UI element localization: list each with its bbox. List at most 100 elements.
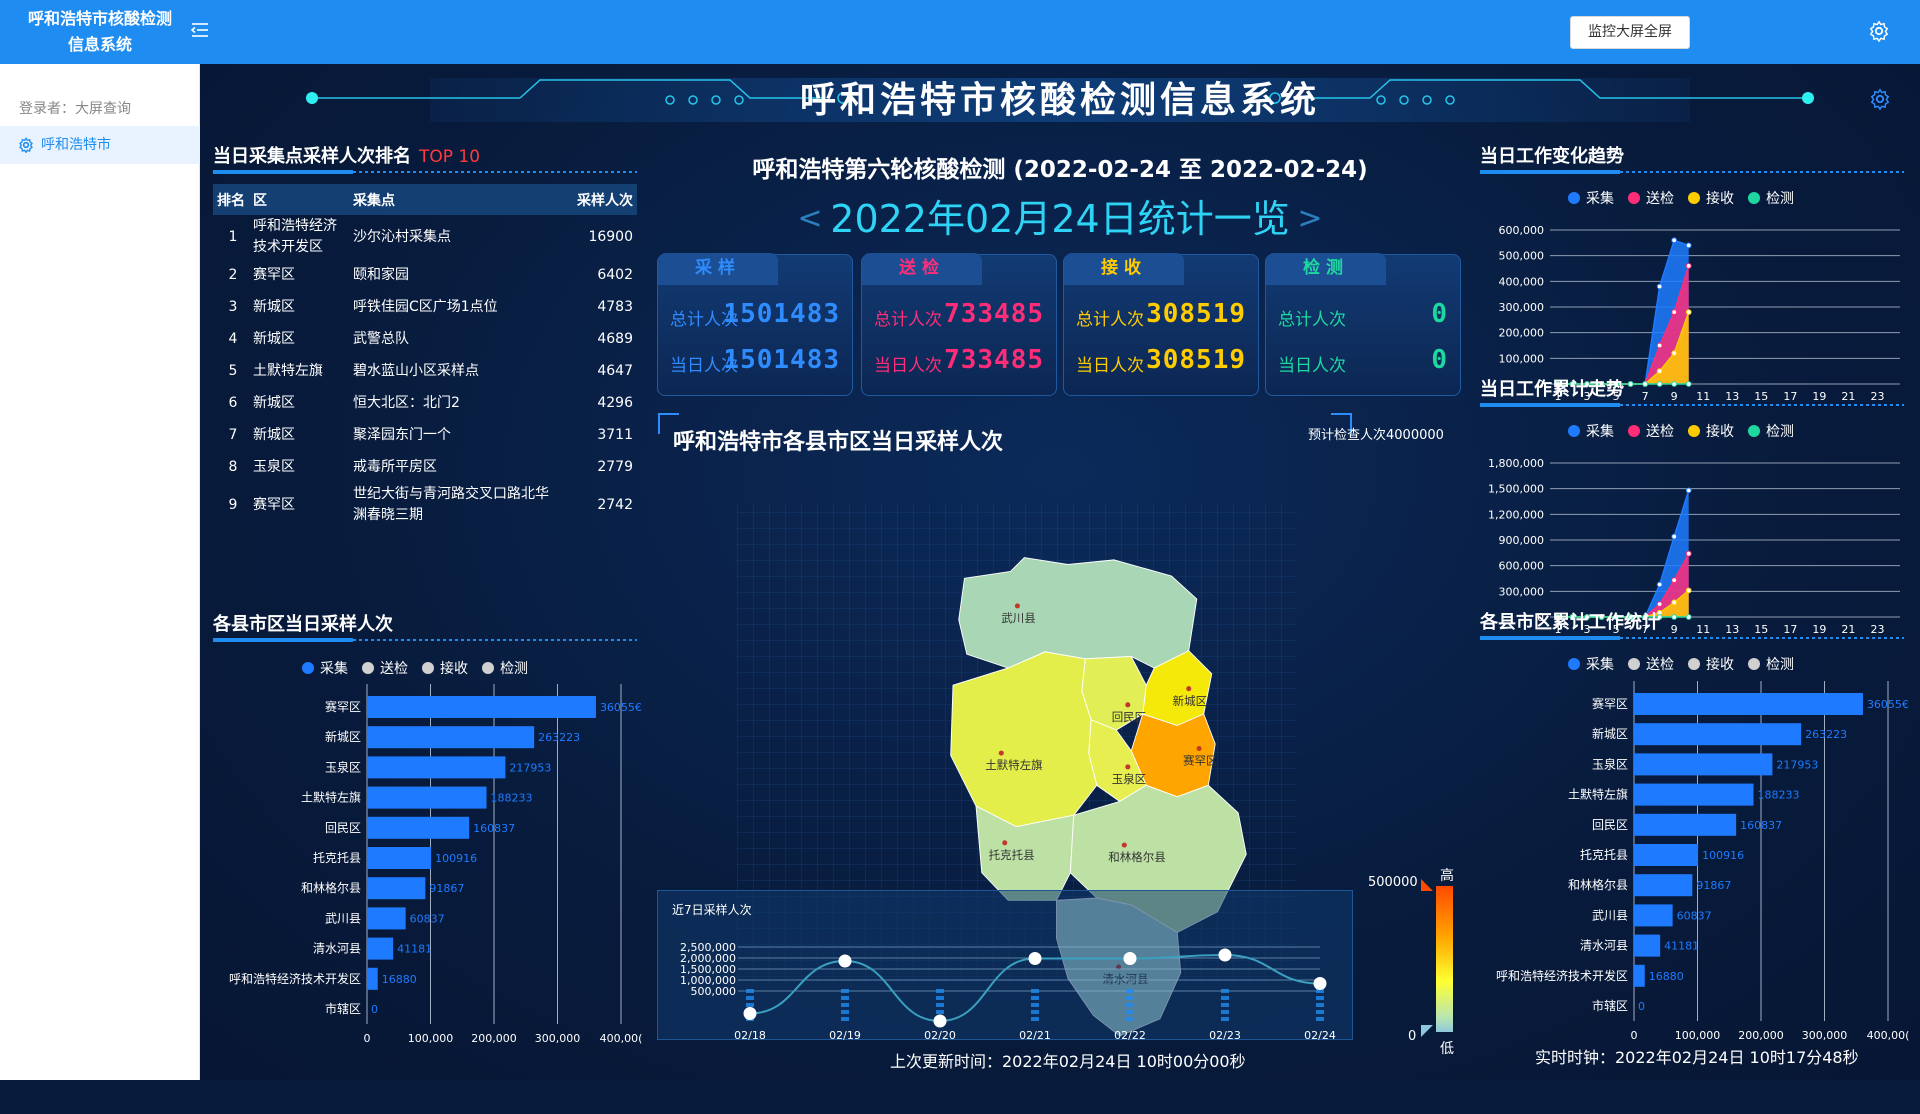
bar-tick — [1221, 1017, 1229, 1021]
bar-value-label: 91867 — [1696, 879, 1731, 892]
legend-item[interactable]: 检测 — [1748, 421, 1794, 441]
legend-item[interactable]: 送检 — [1628, 421, 1674, 441]
count-cell: 4647 — [597, 362, 633, 379]
data-point — [1671, 381, 1678, 387]
round-title: 呼和浩特第六轮核酸检测 (2022-02-24 至 2022-02-24) — [752, 157, 1368, 183]
table-row: 1 呼和浩特经济技术开发区 沙尔沁村采集点 16900 — [213, 215, 637, 259]
bar-tick — [841, 989, 849, 993]
legend-label: 送检 — [1646, 657, 1674, 673]
bar-tick — [1126, 996, 1134, 1000]
sidebar-item-hohhot[interactable]: 呼和浩特市 — [0, 126, 200, 164]
category-label: 回民区 — [1592, 818, 1628, 832]
category-label: 和林格尔县 — [301, 880, 361, 895]
legend-item[interactable]: 接收 — [422, 658, 468, 678]
scale-handle-icon[interactable] — [1421, 879, 1433, 891]
category-label: 武川县 — [1592, 908, 1628, 922]
bar — [1634, 874, 1693, 897]
region-marker — [1196, 745, 1202, 752]
left-bar-legend: 采集 送检 接收 检测 — [302, 658, 542, 678]
fullscreen-monitor-button[interactable]: 监控大屏全屏 — [1570, 16, 1690, 49]
y-tick-label: 1,200,000 — [1488, 508, 1544, 521]
y-tick-label: 400,000 — [1499, 275, 1545, 288]
gear-icon[interactable] — [1868, 20, 1890, 42]
legend-label: 送检 — [1646, 424, 1674, 440]
visual-map-scale[interactable] — [1436, 886, 1453, 1032]
legend-item[interactable]: 采集 — [1568, 188, 1614, 208]
y-tick-label: 600,000 — [1499, 224, 1545, 237]
table-row: 7 新城区 聚泽园东门一个 3711 — [213, 419, 637, 451]
district-cell: 新城区 — [253, 426, 295, 443]
rank-cell: 3 — [228, 298, 238, 315]
bar-value-label: 16880 — [382, 973, 417, 986]
legend-item[interactable]: 接收 — [1688, 654, 1734, 674]
column-header-rank: 排名 — [217, 192, 245, 209]
legend-item[interactable]: 接收 — [1688, 188, 1734, 208]
legend-item[interactable]: 采集 — [302, 658, 348, 678]
table-row: 4 新城区 武警总队 4689 — [213, 323, 637, 355]
category-label: 市辖区 — [1592, 998, 1628, 1013]
category-label: 托克托县 — [313, 851, 361, 865]
bar-value-label: 160837 — [473, 822, 515, 835]
legend-item[interactable]: 采集 — [1568, 421, 1614, 441]
legend-dot-icon — [1688, 425, 1700, 437]
legend-item[interactable]: 接收 — [1688, 421, 1734, 441]
bar-tick — [1031, 1003, 1039, 1007]
expected-count: 预计检查人次4000000 — [1308, 428, 1444, 443]
next-day-button[interactable]: > — [1290, 194, 1330, 244]
legend-label: 检测 — [1766, 424, 1794, 440]
left-bar-chart: 0 100,000 200,000 300,000 400,00(赛罕区 36055€ 新城… — [229, 684, 642, 1045]
today-label: 当日人次 — [1278, 356, 1346, 376]
bar-tick — [841, 1010, 849, 1014]
bar-tick — [1316, 996, 1324, 1000]
legend-label: 送检 — [380, 661, 408, 677]
card-tab: 送检 — [862, 253, 982, 285]
x-tick-label: 200,000 — [471, 1032, 517, 1045]
menu-fold-icon[interactable] — [190, 20, 210, 40]
login-user-label: 登录者：大屏查询 — [19, 101, 131, 117]
y-tick-label: 1,500,000 — [1488, 483, 1544, 496]
realtime-clock: 实时时钟：2022年02月24日 10时17分48秒 — [1535, 1048, 1859, 1067]
total-value: 1501483 — [723, 299, 840, 329]
rank-cell: 4 — [228, 330, 238, 347]
legend-dot-icon — [1568, 658, 1580, 670]
bar-tick — [1316, 1017, 1324, 1021]
site-cell: 呼铁佳园C区广场1点位 — [353, 298, 498, 315]
bar — [1634, 783, 1754, 806]
section-underline — [213, 638, 637, 642]
count-cell: 2779 — [597, 458, 633, 475]
data-point — [1656, 342, 1663, 349]
bar-tick — [841, 1003, 849, 1007]
bar-tick — [1126, 989, 1134, 993]
bar-tick — [1316, 1010, 1324, 1014]
x-tick-label: 400,00( — [1867, 1029, 1910, 1042]
data-point — [743, 1007, 757, 1020]
bar — [367, 726, 535, 749]
bar-tick — [936, 1010, 944, 1014]
trend-legend: 采集 送检 接收 检测 — [1568, 188, 1808, 208]
count-cell: 4689 — [597, 330, 633, 347]
y-tick-label: 1,800,000 — [1488, 457, 1544, 470]
site-cell: 沙尔沁村采集点 — [353, 228, 451, 245]
legend-label: 采集 — [1586, 191, 1614, 207]
rank-cell: 9 — [228, 496, 238, 513]
data-point — [1671, 599, 1678, 606]
site-cell: 戒毒所平房区 — [353, 458, 437, 475]
legend-item[interactable]: 送检 — [362, 658, 408, 678]
data-point — [1656, 601, 1663, 608]
bar-value-label: 217953 — [509, 761, 551, 774]
legend-item[interactable]: 检测 — [482, 658, 528, 678]
category-label: 赛罕区 — [325, 699, 361, 714]
column-header-district: 区 — [253, 192, 267, 209]
legend-item[interactable]: 检测 — [1748, 654, 1794, 674]
previous-day-button[interactable]: < — [790, 194, 830, 244]
legend-item[interactable]: 检测 — [1748, 188, 1794, 208]
y-tick-label: 200,000 — [1499, 327, 1545, 340]
legend-item[interactable]: 采集 — [1568, 654, 1614, 674]
legend-item[interactable]: 送检 — [1628, 188, 1674, 208]
section-underline — [1480, 170, 1904, 174]
legend-dot-icon — [1628, 192, 1640, 204]
scale-handle-icon[interactable] — [1421, 1025, 1433, 1037]
legend-item[interactable]: 送检 — [1628, 654, 1674, 674]
gear-icon[interactable] — [1869, 88, 1891, 110]
date-heading: 2022年02月24日统计一览 — [830, 197, 1290, 241]
